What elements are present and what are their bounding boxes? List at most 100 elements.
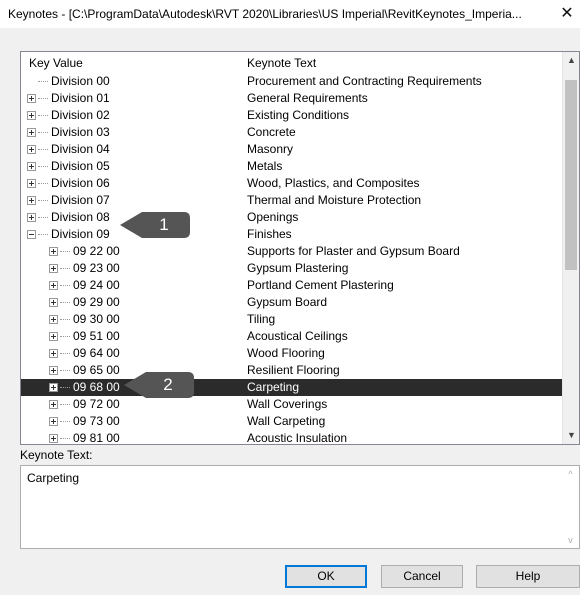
- expand-icon[interactable]: [49, 264, 58, 273]
- tree-connector: [60, 421, 70, 422]
- expand-icon[interactable]: [27, 111, 36, 120]
- expand-icon[interactable]: [49, 332, 58, 341]
- tree-row[interactable]: 09 72 00 Wall Coverings: [21, 396, 566, 413]
- tree-row[interactable]: 09 64 00 Wood Flooring: [21, 345, 566, 362]
- key-value-cell: 09 65 00: [73, 363, 120, 377]
- keynote-text-cell: Wood, Plastics, and Composites: [247, 176, 420, 190]
- keynote-text-cell: Finishes: [247, 227, 292, 241]
- window-title: Keynotes - [C:\ProgramData\Autodesk\RVT …: [8, 7, 522, 21]
- keynote-text-cell: Existing Conditions: [247, 108, 350, 122]
- scroll-up-icon[interactable]: ^: [562, 469, 579, 479]
- keynote-text-box[interactable]: Carpeting ^ v: [20, 465, 580, 549]
- tree-row[interactable]: 09 24 00 Portland Cement Plastering: [21, 277, 566, 294]
- tree-row[interactable]: 09 22 00 Supports for Plaster and Gypsum …: [21, 243, 566, 260]
- tree-row[interactable]: Division 03 Concrete: [21, 124, 566, 141]
- keynote-text-cell: Resilient Flooring: [247, 363, 340, 377]
- key-value-cell: Division 09: [51, 227, 110, 241]
- tree-row[interactable]: 09 51 00 Acoustical Ceilings: [21, 328, 566, 345]
- title-bar: Keynotes - [C:\ProgramData\Autodesk\RVT …: [0, 0, 580, 28]
- key-value-cell: Division 08: [51, 210, 110, 224]
- key-value-cell: 09 22 00: [73, 244, 120, 258]
- scroll-down-icon[interactable]: ▼: [563, 427, 579, 444]
- column-header-key-value[interactable]: Key Value: [29, 56, 83, 70]
- keynote-text-cell: Carpeting: [247, 380, 300, 394]
- tree-row[interactable]: Division 02 Existing Conditions: [21, 107, 566, 124]
- key-value-cell: 09 72 00: [73, 397, 120, 411]
- column-header-keynote-text[interactable]: Keynote Text: [247, 56, 316, 70]
- tree-row[interactable]: 09 68 00 Carpeting: [21, 379, 566, 396]
- ok-button[interactable]: OK: [285, 565, 367, 588]
- scroll-up-icon[interactable]: ▲: [563, 52, 579, 69]
- keynote-text-cell: Gypsum Plastering: [247, 261, 349, 275]
- expand-icon[interactable]: [27, 94, 36, 103]
- key-value-cell: 09 30 00: [73, 312, 120, 326]
- keynote-tree[interactable]: Key Value Keynote Text Division 00 Procur…: [20, 51, 580, 445]
- collapse-icon[interactable]: [27, 230, 36, 239]
- tree-connector: [38, 81, 48, 82]
- tree-row[interactable]: 09 73 00 Wall Carpeting: [21, 413, 566, 430]
- expand-icon[interactable]: [49, 298, 58, 307]
- expand-icon[interactable]: [49, 366, 58, 375]
- key-value-cell: 09 73 00: [73, 414, 120, 428]
- expand-icon[interactable]: [27, 128, 36, 137]
- tree-connector: [60, 387, 70, 388]
- close-icon[interactable]: ✕: [554, 0, 580, 28]
- expand-icon[interactable]: [49, 281, 58, 290]
- keynote-text-cell: Procurement and Contracting Requirements: [247, 74, 482, 88]
- expand-icon[interactable]: [27, 145, 36, 154]
- key-value-cell: Division 07: [51, 193, 110, 207]
- keynote-text-cell: Thermal and Moisture Protection: [247, 193, 422, 207]
- tree-row[interactable]: Division 00 Procurement and Contracting R…: [21, 73, 566, 90]
- tree-row[interactable]: Division 06 Wood, Plastics, and Composite…: [21, 175, 566, 192]
- keynote-text-scrollbar[interactable]: ^ v: [562, 466, 579, 548]
- tree-connector: [60, 251, 70, 252]
- expand-icon[interactable]: [49, 315, 58, 324]
- tree-row[interactable]: Division 04 Masonry: [21, 141, 566, 158]
- expand-icon[interactable]: [49, 383, 58, 392]
- tree-scrollbar[interactable]: ▲ ▼: [562, 52, 579, 444]
- tree-row[interactable]: 09 30 00 Tiling: [21, 311, 566, 328]
- keynote-text-cell: Masonry: [247, 142, 294, 156]
- key-value-cell: Division 03: [51, 125, 110, 139]
- tree-row[interactable]: Division 09 Finishes: [21, 226, 566, 243]
- scroll-thumb[interactable]: [565, 80, 577, 270]
- tree-connector: [60, 370, 70, 371]
- tree-connector: [38, 115, 48, 116]
- tree-connector: [60, 438, 70, 439]
- expand-icon[interactable]: [49, 247, 58, 256]
- tree-connector: [60, 353, 70, 354]
- tree-row[interactable]: Division 08 Openings: [21, 209, 566, 226]
- cancel-button[interactable]: Cancel: [381, 565, 463, 588]
- key-value-cell: Division 01: [51, 91, 110, 105]
- keynote-text-cell: Concrete: [247, 125, 296, 139]
- expand-icon[interactable]: [49, 349, 58, 358]
- expand-icon[interactable]: [27, 179, 36, 188]
- tree-connector: [38, 183, 48, 184]
- expand-icon[interactable]: [49, 400, 58, 409]
- tree-row[interactable]: Division 07 Thermal and Moisture Protecti…: [21, 192, 566, 209]
- tree-row[interactable]: 09 65 00 Resilient Flooring: [21, 362, 566, 379]
- key-value-cell: 09 51 00: [73, 329, 120, 343]
- tree-row[interactable]: Division 01 General Requirements: [21, 90, 566, 107]
- key-value-cell: 09 81 00: [73, 431, 120, 445]
- expand-icon[interactable]: [27, 162, 36, 171]
- expand-icon[interactable]: [27, 213, 36, 222]
- keynote-text-cell: Wood Flooring: [247, 346, 325, 360]
- tree-row[interactable]: 09 81 00 Acoustic Insulation: [21, 430, 566, 445]
- tree-row[interactable]: 09 29 00 Gypsum Board: [21, 294, 566, 311]
- expand-icon[interactable]: [49, 417, 58, 426]
- tree-connector: [38, 166, 48, 167]
- callout-1: 1: [120, 210, 192, 240]
- expand-icon[interactable]: [49, 434, 58, 443]
- keynote-text-cell: Wall Carpeting: [247, 414, 326, 428]
- key-value-cell: Division 06: [51, 176, 110, 190]
- callout-2: 2: [124, 370, 196, 400]
- tree-row[interactable]: 09 23 00 Gypsum Plastering: [21, 260, 566, 277]
- scroll-down-icon[interactable]: v: [562, 535, 579, 545]
- expand-icon[interactable]: [27, 196, 36, 205]
- tree-connector: [60, 404, 70, 405]
- help-button[interactable]: Help: [476, 565, 580, 588]
- key-value-cell: 09 29 00: [73, 295, 120, 309]
- keynotes-dialog: Keynotes - [C:\ProgramData\Autodesk\RVT …: [0, 0, 580, 595]
- tree-row[interactable]: Division 05 Metals: [21, 158, 566, 175]
